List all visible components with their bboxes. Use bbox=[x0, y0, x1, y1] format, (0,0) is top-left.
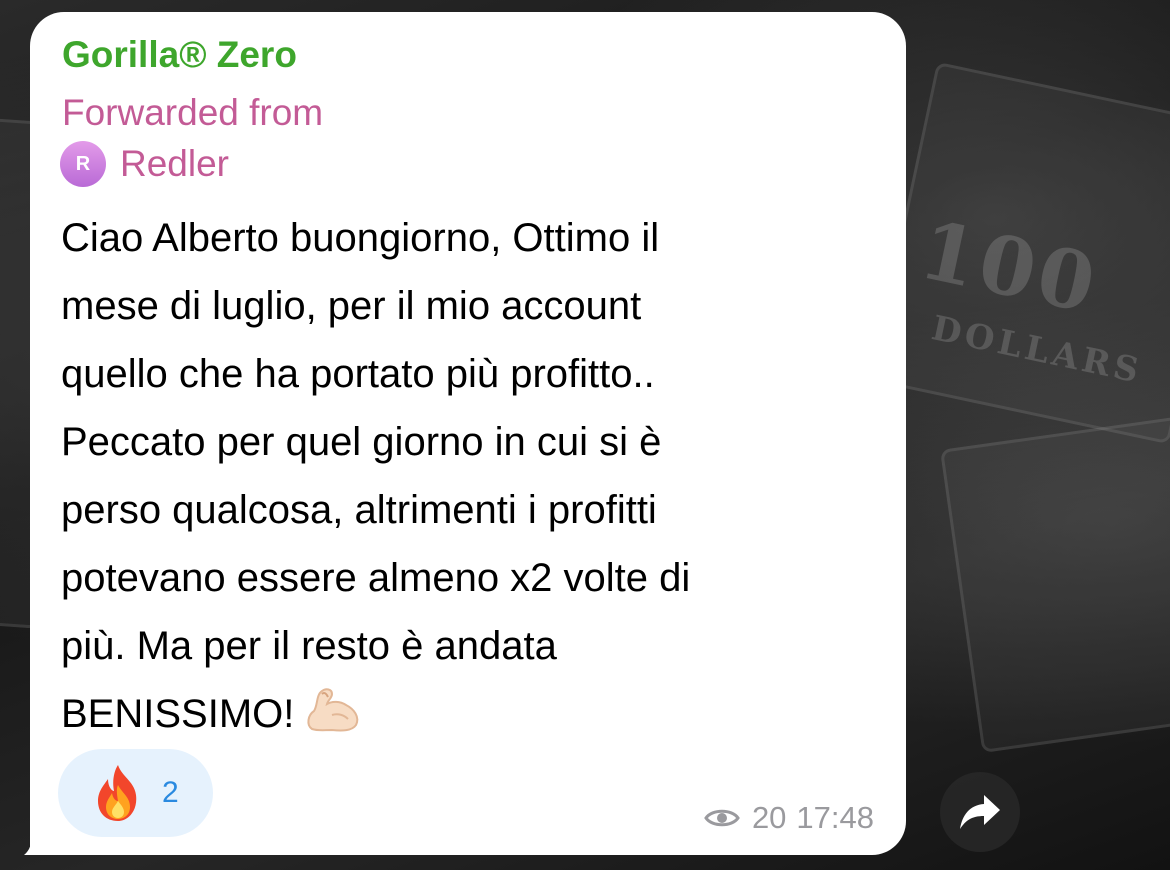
wallpaper-banknote bbox=[940, 412, 1170, 754]
message-line: BENISSIMO! bbox=[61, 692, 295, 736]
message-line: perso qualcosa, altrimenti i profitti bbox=[61, 488, 657, 532]
message-line: potevano essere almeno x2 volte di bbox=[61, 556, 691, 600]
view-count: 20 bbox=[751, 800, 787, 835]
message-text: Ciao Alberto buongiorno, Ottimo il mese … bbox=[61, 204, 891, 748]
message-line: Peccato per quel giorno in cui si è bbox=[61, 420, 662, 464]
eye-icon bbox=[704, 809, 740, 827]
flexed-biceps-emoji bbox=[307, 688, 359, 732]
sender-name[interactable]: Gorilla® Zero bbox=[62, 34, 297, 76]
share-button[interactable] bbox=[940, 772, 1020, 852]
bubble-tail bbox=[24, 836, 52, 855]
message-line-last: BENISSIMO! bbox=[61, 680, 891, 748]
message-line: mese di luglio, per il mio account bbox=[61, 284, 642, 328]
avatar[interactable]: R bbox=[60, 141, 106, 187]
message-line: quello che ha portato più profitto.. bbox=[61, 352, 655, 396]
message-meta: 20 17:48 bbox=[704, 800, 874, 836]
forwarded-label: Forwarded from bbox=[62, 92, 324, 133]
message-line: più. Ma per il resto è andata bbox=[61, 624, 557, 668]
forward-origin-name[interactable]: Redler bbox=[120, 143, 229, 185]
reaction-chip[interactable]: 2 bbox=[58, 749, 213, 837]
fire-emoji bbox=[98, 765, 137, 821]
reaction-count: 2 bbox=[162, 776, 179, 809]
forward-origin[interactable]: R Redler bbox=[60, 141, 229, 187]
message-time: 17:48 bbox=[796, 800, 874, 835]
message-line: Ciao Alberto buongiorno, Ottimo il bbox=[61, 216, 660, 260]
share-arrow-icon bbox=[960, 795, 1000, 829]
message-bubble[interactable]: Gorilla® Zero Forwarded from R Redler Ci… bbox=[30, 12, 906, 855]
